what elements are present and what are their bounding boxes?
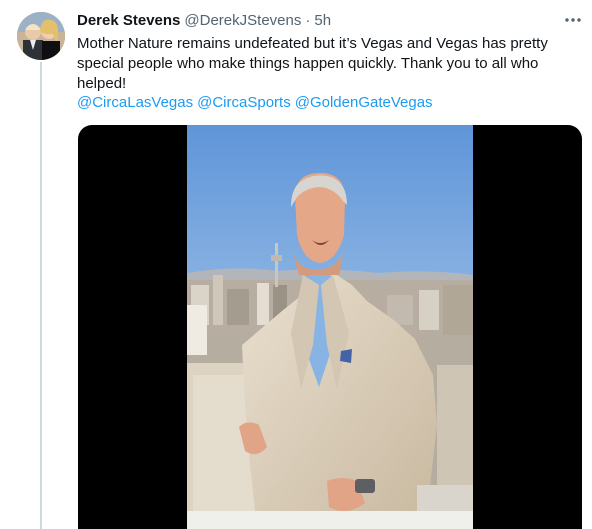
video-thumbnail [187,125,473,529]
tweet-timestamp[interactable]: 5h [314,12,331,29]
mention-golden-gate-vegas[interactable]: @GoldenGateVegas [295,93,433,113]
video-player[interactable] [78,125,582,529]
author-name[interactable]: Derek Stevens [77,12,180,29]
avatar-photo [17,12,65,60]
tweet-header: Derek Stevens @DerekJStevens · 5h [77,10,331,30]
thread-connector-line [40,62,42,529]
author-handle[interactable]: @DerekJStevens [184,12,301,29]
tweet-mentions: @CircaLasVegas @CircaSports @GoldenGateV… [77,93,433,113]
separator-dot: · [305,11,311,29]
more-options-button[interactable] [561,10,585,30]
avatar[interactable] [17,12,65,60]
video-frame [187,125,473,529]
mention-circa-las-vegas[interactable]: @CircaLasVegas [77,93,193,113]
mention-circa-sports[interactable]: @CircaSports [197,93,291,113]
tweet-text: Mother Nature remains undefeated but it’… [77,35,548,92]
more-horizontal-icon [565,18,581,22]
